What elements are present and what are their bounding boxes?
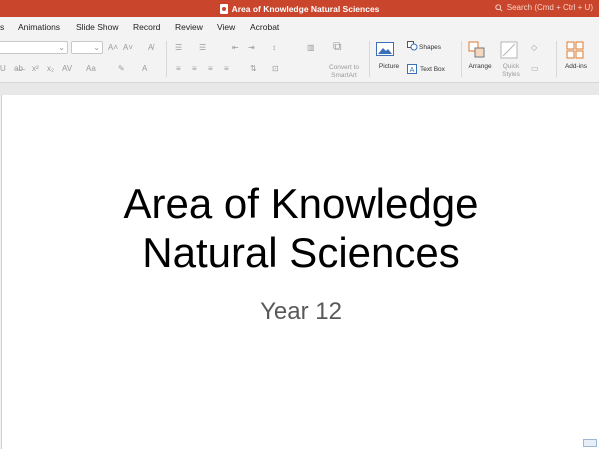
tab-slide-show[interactable]: Slide Show <box>76 22 119 32</box>
divider <box>461 41 462 77</box>
slide-subtitle[interactable]: Year 12 <box>2 298 599 326</box>
convert-to-smartart-label[interactable]: Convert to SmartArt <box>322 64 366 80</box>
editor-background <box>0 83 599 95</box>
slide-canvas[interactable]: Area of Knowledge Natural Sciences Year … <box>1 95 599 449</box>
arrange-label[interactable]: Arrange <box>464 63 496 71</box>
decrease-indent-icon[interactable]: ⇤ <box>232 43 239 53</box>
tab-record[interactable]: Record <box>133 22 160 32</box>
shape-fill-icon[interactable]: ◇ <box>531 43 537 53</box>
numbering-icon[interactable]: ☰ <box>199 43 206 53</box>
bullets-icon[interactable]: ☰ <box>175 43 182 53</box>
text-box-label[interactable]: Text Box <box>420 66 445 74</box>
svg-text:A: A <box>410 67 415 74</box>
shape-outline-icon[interactable]: ▭ <box>531 64 539 74</box>
change-case-icon[interactable]: Aa <box>86 64 96 74</box>
ribbon-tabs: s Animations Slide Show Record Review Vi… <box>0 17 599 37</box>
powerpoint-doc-icon <box>219 3 228 14</box>
tab-animations[interactable]: Animations <box>18 22 60 32</box>
arrange-icon[interactable] <box>468 41 486 59</box>
align-right-icon[interactable]: ≡ <box>208 64 213 74</box>
divider <box>166 41 167 77</box>
tab-review[interactable]: Review <box>175 22 203 32</box>
font-color-icon[interactable]: A <box>142 64 147 74</box>
slide-title-line2: Natural Sciences <box>142 229 460 276</box>
decrease-font-size-icon[interactable]: A˅ <box>123 43 133 53</box>
tab-view[interactable]: View <box>217 22 235 32</box>
notes-toggle-icon[interactable] <box>583 439 597 447</box>
text-direction-icon[interactable]: ⇅ <box>250 64 257 74</box>
columns-icon[interactable]: ▥ <box>307 43 315 53</box>
divider <box>556 41 557 77</box>
subscript-icon[interactable]: x₂ <box>47 64 54 74</box>
highlight-icon[interactable]: ✎ <box>118 64 125 74</box>
search-icon <box>495 3 503 12</box>
smartart-icon[interactable]: ⧉ <box>333 40 342 52</box>
search-box[interactable]: Search (Cmd + Ctrl + U) <box>495 3 593 12</box>
increase-indent-icon[interactable]: ⇥ <box>248 43 255 53</box>
superscript-icon[interactable]: x² <box>32 64 39 74</box>
add-ins-icon[interactable] <box>566 41 584 59</box>
text-box-icon[interactable]: A <box>407 64 417 74</box>
ribbon-toolbar: ⌄ ⌄ A˄ A˅ A̸ U a̶b̶ x² x₂ AV Aa ✎ A ☰ ☰ … <box>0 37 599 83</box>
document-title-text: Area of Knowledge Natural Sciences <box>231 3 380 14</box>
font-name-dropdown[interactable]: ⌄ <box>0 41 68 54</box>
slide-title-line1: Area of Knowledge <box>123 180 479 227</box>
chevron-down-icon: ⌄ <box>93 43 100 52</box>
strikethrough-icon[interactable]: a̶b̶ <box>14 64 23 74</box>
underline-icon[interactable]: U <box>0 64 6 74</box>
title-bar: Area of Knowledge Natural Sciences Searc… <box>0 0 599 17</box>
clear-formatting-icon[interactable]: A̸ <box>148 43 153 53</box>
picture-icon[interactable] <box>376 42 394 56</box>
font-size-dropdown[interactable]: ⌄ <box>71 41 103 54</box>
chevron-down-icon: ⌄ <box>58 43 65 52</box>
shapes-icon[interactable] <box>407 41 418 51</box>
quick-styles-label[interactable]: Quick Styles <box>497 63 525 79</box>
add-ins-label[interactable]: Add-ins <box>561 63 591 71</box>
align-center-icon[interactable]: ≡ <box>192 64 197 74</box>
tab-acrobat[interactable]: Acrobat <box>250 22 279 32</box>
search-placeholder: Search (Cmd + Ctrl + U) <box>506 3 593 12</box>
align-text-icon[interactable]: ⊡ <box>272 64 279 74</box>
line-spacing-icon[interactable]: ↕ <box>272 43 276 53</box>
justify-icon[interactable]: ≡ <box>224 64 229 74</box>
align-left-icon[interactable]: ≡ <box>176 64 181 74</box>
increase-font-size-icon[interactable]: A˄ <box>108 43 118 53</box>
picture-label[interactable]: Picture <box>372 63 406 71</box>
character-spacing-icon[interactable]: AV <box>62 64 72 74</box>
slide-title[interactable]: Area of Knowledge Natural Sciences <box>2 179 599 277</box>
quick-styles-icon[interactable] <box>500 41 518 59</box>
shapes-label[interactable]: Shapes <box>419 44 441 52</box>
divider <box>369 41 370 77</box>
tab-cut-off[interactable]: s <box>0 22 4 32</box>
